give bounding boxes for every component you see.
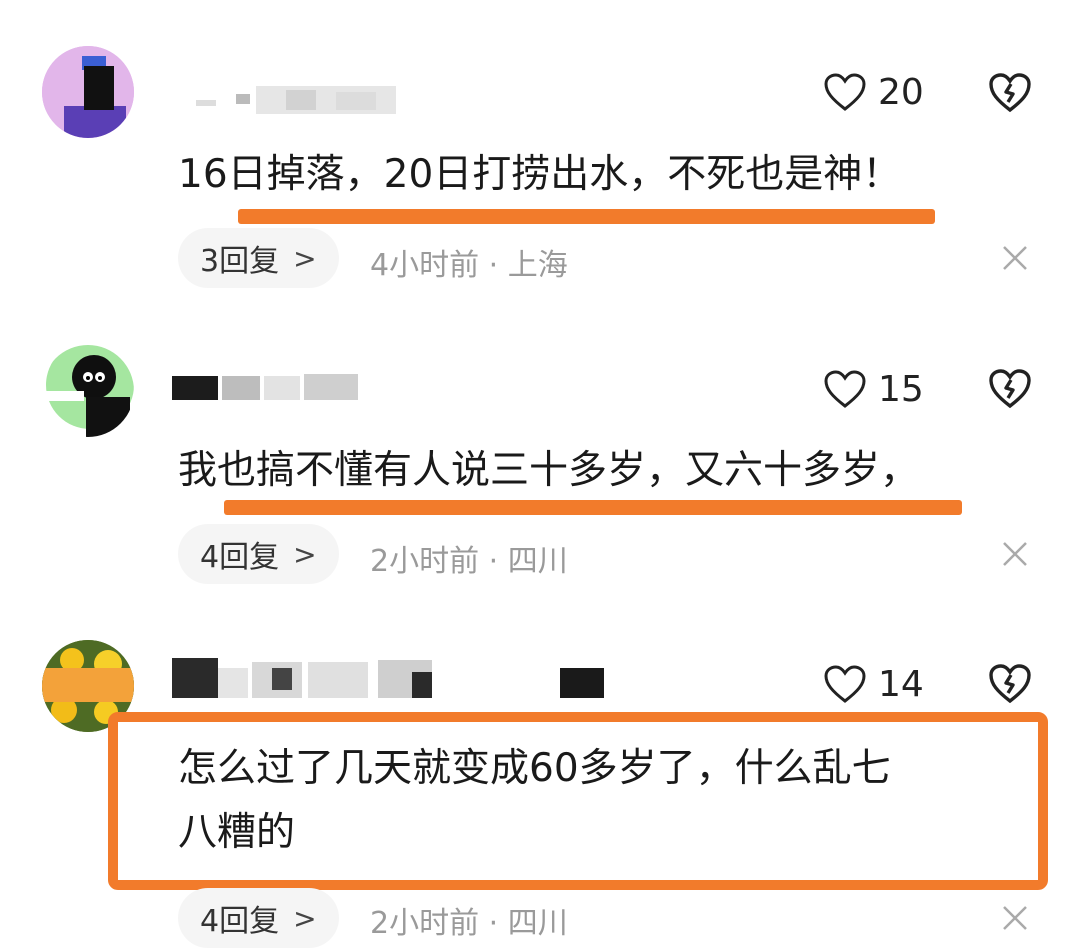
separator: · (488, 906, 499, 941)
comment-text-line-2: 八糟的 (178, 810, 296, 855)
heart-icon (824, 664, 866, 703)
username-blurred[interactable] (172, 658, 604, 698)
comment-text-line-1: 怎么过了几天就变成60多岁了，什么乱七 (178, 746, 891, 791)
like-button[interactable]: 14 (824, 664, 924, 705)
close-icon[interactable] (1001, 904, 1029, 932)
comment-meta: 2小时前 · 四川 (370, 898, 568, 942)
broken-heart-icon[interactable] (988, 663, 1032, 705)
highlight-box (108, 712, 1048, 890)
timestamp: 2小时前 (370, 906, 480, 941)
replies-count: 4回复 (200, 904, 280, 939)
blurred-name-image (172, 658, 604, 698)
replies-button[interactable]: 4回复 > (178, 888, 339, 948)
comment-3: 14 怎么过了几天就变成60多岁了，什么乱七 八糟的 4回复 > 2小时前 · … (0, 0, 1080, 948)
location: 四川 (507, 906, 568, 941)
like-count: 14 (878, 664, 924, 705)
chevron-right-icon: > (293, 901, 317, 935)
